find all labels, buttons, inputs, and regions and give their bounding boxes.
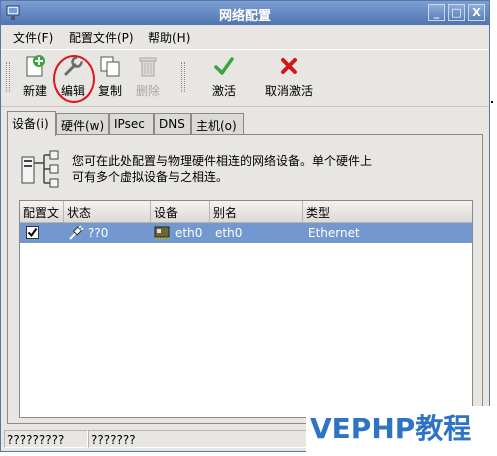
tab-dns[interactable]: DNS bbox=[154, 113, 191, 135]
close-button[interactable]: X bbox=[468, 4, 485, 21]
deactivate-button[interactable]: 取消激活 bbox=[259, 54, 319, 99]
activate-button[interactable]: 激活 bbox=[208, 54, 240, 99]
tab-hosts[interactable]: 主机(o) bbox=[191, 113, 244, 135]
network-config-window: 网络配置 _ □ X 文件(F) 配置文件(P) 帮助(H) 新建 编辑 复制 … bbox=[0, 0, 490, 452]
device-list[interactable]: 配置文 状态 设备 别名 类型 ??0 eth0 eth0 Ethernet bbox=[19, 200, 473, 418]
tab-hardware[interactable]: 硬件(w) bbox=[56, 113, 109, 135]
row-type: Ethernet bbox=[308, 226, 360, 240]
trash-icon bbox=[139, 57, 157, 77]
info-text: 您可在此处配置与物理硬件相连的网络设备。单个硬件上 可有多个虚拟设备与之相连。 bbox=[72, 153, 452, 185]
window-title: 网络配置 bbox=[218, 9, 271, 24]
row-alias: eth0 bbox=[215, 226, 243, 240]
column-header-alias[interactable]: 别名 bbox=[210, 201, 303, 223]
new-document-icon bbox=[26, 55, 45, 77]
delete-button[interactable]: 删除 bbox=[132, 54, 164, 99]
copy-icon bbox=[100, 56, 120, 77]
table-row[interactable]: ??0 eth0 eth0 Ethernet bbox=[20, 223, 472, 243]
red-highlight-circle bbox=[53, 55, 95, 103]
tab-devices[interactable]: 设备(i) bbox=[7, 111, 56, 136]
edge-mark bbox=[491, 101, 493, 103]
check-mark-icon bbox=[27, 227, 38, 238]
new-label: 新建 bbox=[22, 84, 47, 98]
plug-connected-icon bbox=[69, 225, 84, 240]
new-button[interactable]: 新建 bbox=[19, 54, 51, 99]
column-header-profile[interactable]: 配置文 bbox=[20, 201, 64, 223]
column-header-status[interactable]: 状态 bbox=[64, 201, 151, 223]
status-left: ????????? bbox=[4, 430, 88, 448]
info-line-2: 可有多个虚拟设备与之相连。 bbox=[72, 170, 229, 184]
checkmark-icon bbox=[214, 57, 234, 75]
menu-help[interactable]: 帮助(H) bbox=[148, 29, 190, 46]
toolbar-handle[interactable] bbox=[6, 62, 10, 92]
watermark: VEPHP教程 bbox=[306, 406, 492, 452]
tab-ipsec[interactable]: IPsec bbox=[109, 113, 154, 135]
menu-file[interactable]: 文件(F) bbox=[13, 29, 53, 46]
column-header-type[interactable]: 类型 bbox=[303, 201, 472, 223]
menu-bar: 文件(F) 配置文件(P) 帮助(H) bbox=[1, 26, 489, 48]
column-header-device[interactable]: 设备 bbox=[151, 201, 210, 223]
delete-label: 删除 bbox=[135, 84, 160, 98]
menu-profile[interactable]: 配置文件(P) bbox=[69, 29, 134, 46]
toolbar-separator bbox=[181, 62, 185, 92]
red-x-icon bbox=[281, 58, 297, 74]
deactivate-label: 取消激活 bbox=[264, 84, 313, 98]
maximize-button[interactable]: □ bbox=[448, 4, 465, 21]
title-bar[interactable]: 网络配置 _ □ X bbox=[1, 1, 489, 25]
ethernet-card-icon bbox=[154, 226, 170, 240]
info-line-1: 您可在此处配置与物理硬件相连的网络设备。单个硬件上 bbox=[72, 154, 373, 168]
minimize-button[interactable]: _ bbox=[428, 4, 445, 21]
row-device: eth0 bbox=[175, 226, 203, 240]
activate-label: 激活 bbox=[211, 84, 236, 98]
network-devices-icon bbox=[21, 150, 59, 188]
profile-checkbox[interactable] bbox=[26, 226, 39, 239]
devices-panel: 您可在此处配置与物理硬件相连的网络设备。单个硬件上 可有多个虚拟设备与之相连。 … bbox=[7, 134, 483, 424]
copy-label: 复制 bbox=[97, 84, 122, 98]
row-status: ??0 bbox=[88, 226, 109, 240]
copy-button[interactable]: 复制 bbox=[94, 54, 126, 99]
